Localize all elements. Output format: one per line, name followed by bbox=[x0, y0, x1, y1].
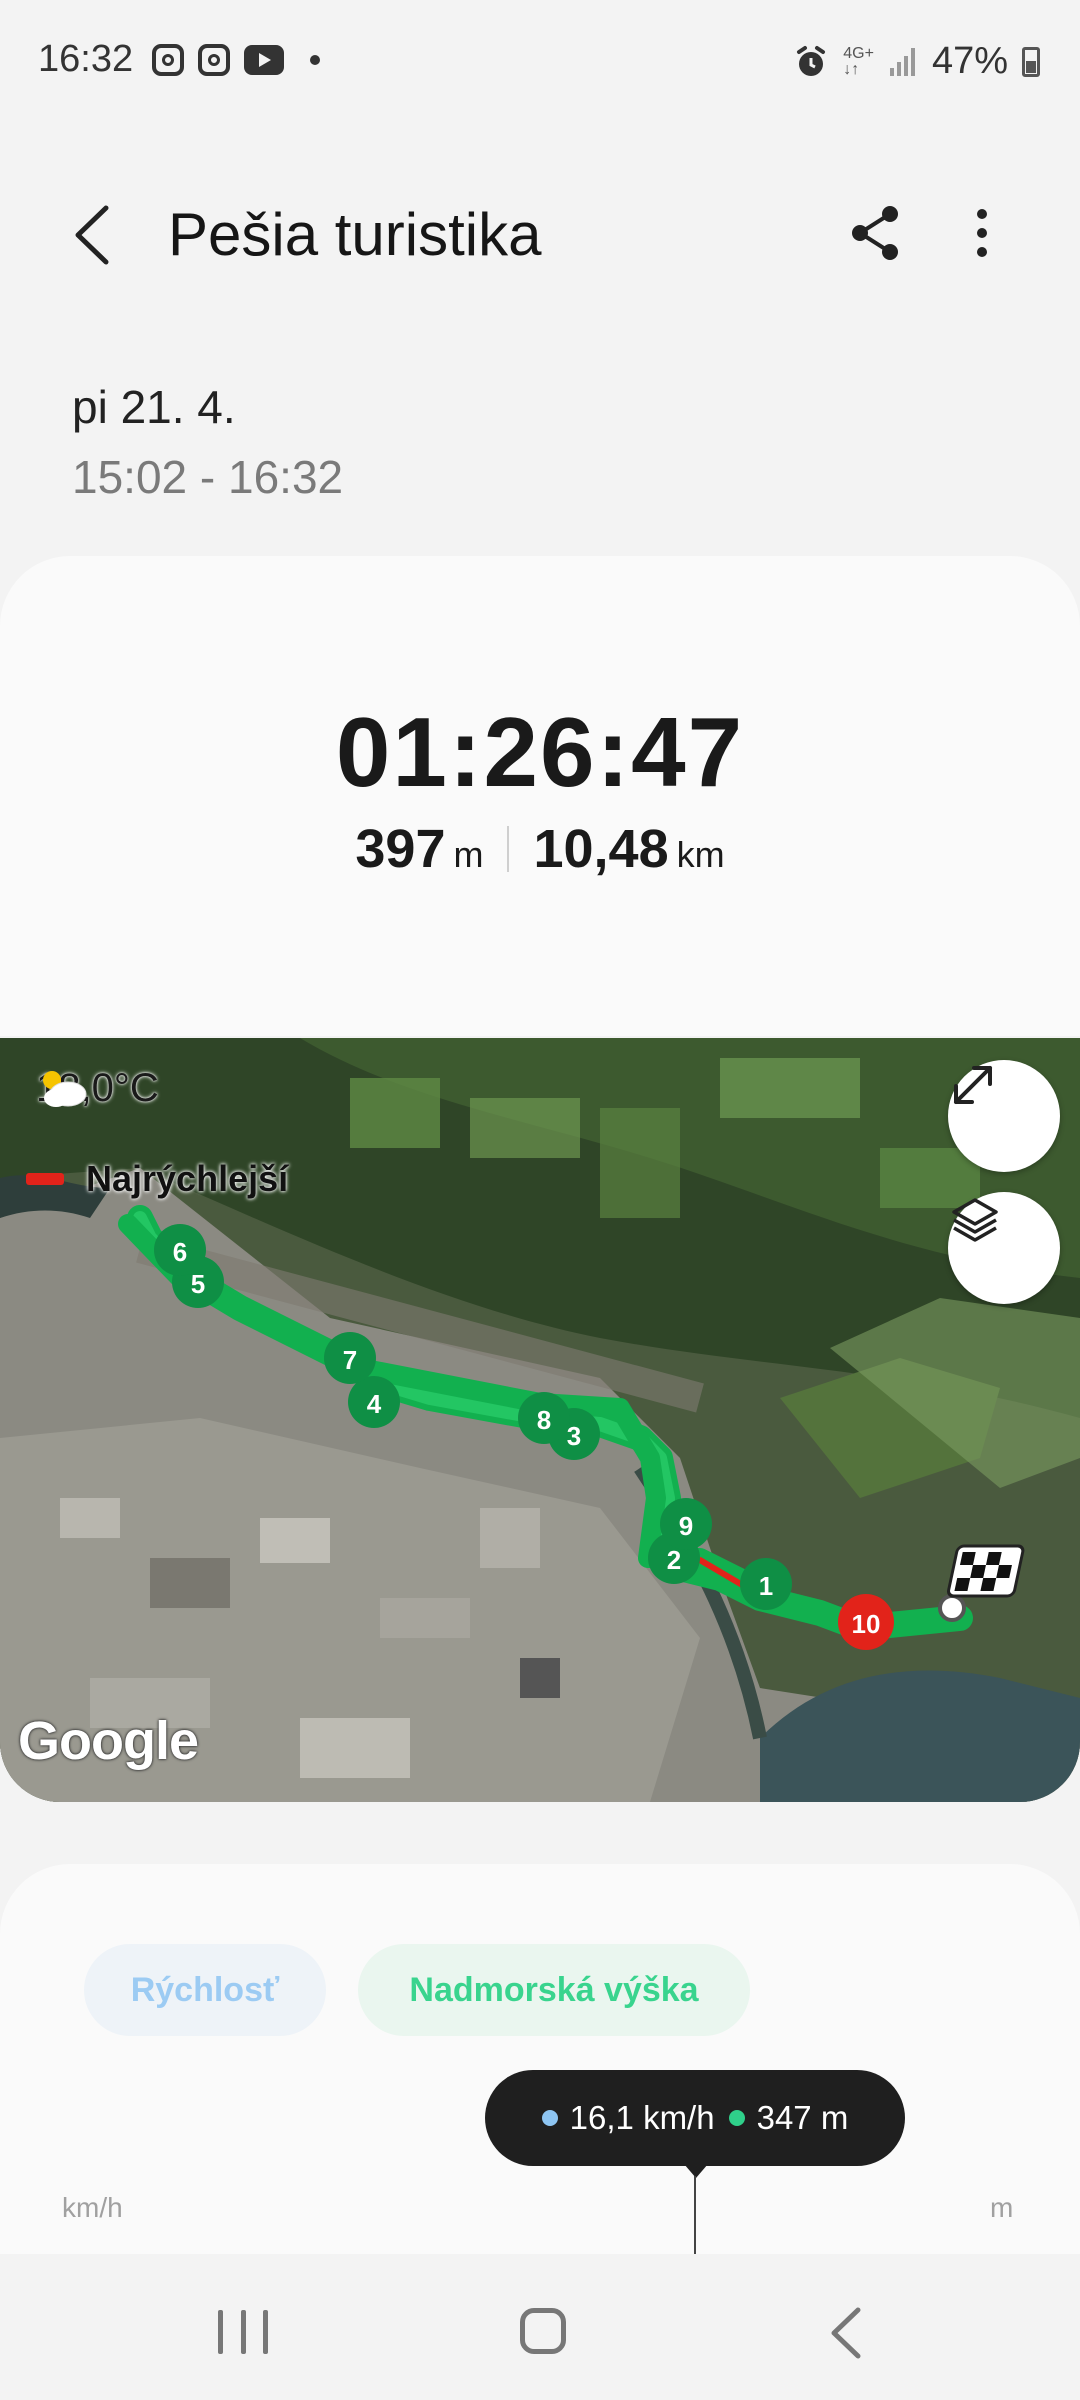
duration-value: 01:26:47 bbox=[335, 697, 745, 807]
route-marker[interactable]: 4 bbox=[348, 1376, 400, 1428]
recents-icon[interactable] bbox=[218, 2310, 268, 2354]
legend-swatch bbox=[26, 1173, 64, 1185]
tooltip-altitude-value: 347 m bbox=[756, 2099, 849, 2136]
map-layers-button[interactable] bbox=[948, 1192, 1060, 1304]
summary-stats: 397 m 10,48 km bbox=[0, 818, 1080, 880]
axis-left-unit: km/h bbox=[62, 2192, 123, 2223]
marker-label: 6 bbox=[173, 1237, 187, 1267]
share-icon[interactable] bbox=[846, 200, 906, 266]
route-marker[interactable]: 6 bbox=[154, 1224, 206, 1276]
map-provider-logo: Google bbox=[18, 1711, 199, 1771]
battery-icon bbox=[1022, 46, 1040, 77]
legend-label: Najrýchlejší bbox=[86, 1158, 289, 1199]
instagram-icon bbox=[152, 44, 184, 76]
marker-label: 3 bbox=[567, 1421, 581, 1451]
home-icon[interactable] bbox=[520, 2308, 566, 2354]
checkered-flag-icon bbox=[946, 1544, 1025, 1598]
marker-label: 10 bbox=[852, 1609, 881, 1639]
status-time: 16:32 bbox=[38, 38, 134, 80]
speed-dot bbox=[541, 2110, 558, 2126]
route-endpoint bbox=[938, 1594, 966, 1622]
notification-icons bbox=[152, 44, 320, 76]
marker-label: 8 bbox=[537, 1405, 551, 1435]
network-type: 4G+ bbox=[843, 44, 874, 62]
signal-icon bbox=[889, 47, 915, 76]
status-right: 4G+ ↓↑ 47% bbox=[793, 40, 1040, 83]
more-vert-icon[interactable] bbox=[952, 200, 1012, 266]
dot-icon bbox=[310, 55, 320, 65]
elevation-unit: m bbox=[453, 834, 484, 875]
marker-label: 1 bbox=[759, 1571, 773, 1601]
tooltip-speed-value: 16,1 km/h bbox=[569, 2099, 715, 2136]
tooltip-pointer bbox=[684, 2164, 708, 2178]
youtube-icon bbox=[244, 45, 284, 75]
route-marker[interactable]: 9 bbox=[660, 1498, 712, 1550]
route-map[interactable]: 1 2 3 4 5 6 7 8 9 10 18,0°C Najrýchlejší… bbox=[0, 1038, 1080, 1802]
chart-card: Rýchlosť Nadmorská výška 16,1 km/h 347 m… bbox=[0, 1864, 1080, 2266]
elevation-value: 397 bbox=[355, 819, 446, 879]
distance-unit: km bbox=[676, 834, 725, 875]
marker-label: 2 bbox=[667, 1545, 681, 1575]
summary-card: 01:26:47 397 m 10,48 km bbox=[0, 556, 1080, 1036]
session-date: pi 21. 4. bbox=[72, 381, 236, 433]
instagram-icon bbox=[198, 44, 230, 76]
system-nav-bar bbox=[0, 2254, 1080, 2400]
expand-icon bbox=[954, 1066, 992, 1104]
map-canvas: 1 2 3 4 5 6 7 8 9 10 bbox=[0, 1038, 1080, 1802]
route-marker[interactable]: 1 bbox=[740, 1558, 792, 1610]
marker-label: 4 bbox=[367, 1389, 382, 1419]
chart-tooltip: 16,1 km/h 347 m bbox=[485, 2070, 905, 2166]
stats-divider bbox=[507, 826, 510, 872]
page-title: Pešia turistika bbox=[168, 201, 542, 268]
marker-label: 7 bbox=[343, 1345, 357, 1375]
weather-info: 18,0°C bbox=[36, 1066, 159, 1111]
tab-speed[interactable]: Rýchlosť bbox=[84, 1944, 326, 2036]
altitude-dot bbox=[728, 2110, 745, 2126]
expand-map-button[interactable] bbox=[948, 1060, 1060, 1172]
status-bar: 16:32 4G+ ↓↑ 47% bbox=[0, 0, 1080, 120]
nav-back-icon[interactable] bbox=[826, 2306, 866, 2360]
axis-right-unit: m bbox=[990, 2192, 1014, 2223]
layers-icon bbox=[952, 1198, 998, 1242]
marker-label: 5 bbox=[191, 1269, 205, 1299]
data-arrows: ↓↑ bbox=[843, 60, 860, 78]
back-arrow-icon[interactable] bbox=[64, 202, 124, 268]
distance-value: 10,48 bbox=[533, 819, 669, 879]
network-4g-icon: 4G+ ↓↑ bbox=[843, 44, 874, 78]
alarm-icon bbox=[797, 45, 826, 76]
app-header: Pešia turistika bbox=[0, 180, 1080, 290]
tooltip-speed: 16,1 km/h bbox=[541, 2099, 715, 2137]
marker-label: 9 bbox=[679, 1511, 693, 1541]
route-marker[interactable]: 7 bbox=[324, 1332, 376, 1384]
partly-cloudy-icon bbox=[43, 1071, 87, 1107]
route-marker-fastest[interactable]: 10 bbox=[838, 1594, 894, 1650]
session-time-range: 15:02 - 16:32 bbox=[72, 451, 344, 503]
tab-altitude[interactable]: Nadmorská výška bbox=[358, 1944, 750, 2036]
map-legend: Najrýchlejší bbox=[26, 1158, 288, 1200]
route-marker[interactable]: 8 bbox=[518, 1392, 570, 1444]
battery-percent: 47% bbox=[931, 40, 1008, 82]
chart-cursor-line[interactable] bbox=[694, 2176, 696, 2266]
tooltip-altitude: 347 m bbox=[728, 2099, 849, 2137]
